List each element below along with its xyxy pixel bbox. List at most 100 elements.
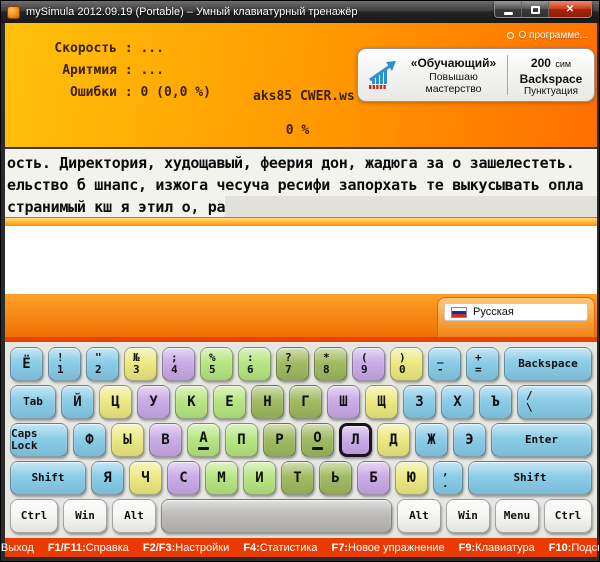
cursor-rest-highlight — [225, 196, 597, 217]
keyboard-row: Caps LockФЫВАПРОЛДЖЭEnter — [10, 423, 592, 457]
hotkey-f2-f3: F2/F3:Настройки — [143, 542, 229, 554]
key-п[interactable]: П — [225, 423, 258, 457]
key-yo[interactable]: Ё — [10, 347, 43, 381]
mode-panel[interactable]: «Обучающий» Повышаю мастерство 200 сим B… — [357, 48, 595, 102]
user-name: aks85 CWER.ws — [243, 86, 360, 108]
key-е[interactable]: Е — [213, 385, 246, 419]
key-period[interactable]: ,. — [433, 461, 463, 495]
key-й[interactable]: Й — [61, 385, 94, 419]
key-3[interactable]: №3 — [124, 347, 157, 381]
key-ы[interactable]: Ы — [111, 423, 144, 457]
key-щ[interactable]: Щ — [365, 385, 398, 419]
key-space[interactable] — [161, 499, 392, 533]
exercise-line: ельство б шнапс, изжога чесуча ресифи за… — [7, 174, 597, 196]
key-0[interactable]: )0 — [390, 347, 423, 381]
key-4[interactable]: ;4 — [162, 347, 195, 381]
hotkey-f7: F7:Новое упражнение — [332, 542, 445, 554]
key-ф[interactable]: Ф — [73, 423, 106, 457]
key-enter[interactable]: Enter — [491, 423, 592, 457]
empty-area — [5, 226, 597, 294]
key-ъ[interactable]: Ъ — [479, 385, 512, 419]
app-window: mySimula 2012.09.19 (Portable) – Умный к… — [0, 0, 600, 562]
mode-subtitle: Повышаю мастерство — [408, 71, 499, 95]
key-в[interactable]: В — [149, 423, 182, 457]
keyboard-row: Ё!1"2№3;4%5:6?7*8(9)0_-+=Backspace — [10, 347, 592, 381]
key-minus[interactable]: _- — [428, 347, 461, 381]
mode-title: «Обучающий» — [408, 56, 499, 70]
key-2[interactable]: "2 — [86, 347, 119, 381]
keyboard-row: CtrlWinAltAltWinMenuCtrl — [10, 499, 592, 533]
key-р[interactable]: Р — [263, 423, 296, 457]
key-б[interactable]: Б — [357, 461, 390, 495]
key-ш[interactable]: Ш — [327, 385, 360, 419]
key-alt-right[interactable]: Alt — [397, 499, 441, 533]
stats: Скорость : ...Аритмия : ...Ошибки : 0 (0… — [31, 38, 211, 104]
key-д[interactable]: Д — [377, 423, 410, 457]
key-ctrl-left[interactable]: Ctrl — [10, 499, 58, 533]
key-6[interactable]: :6 — [238, 347, 271, 381]
key-backspace[interactable]: Backspace — [504, 347, 592, 381]
key-ч[interactable]: Ч — [129, 461, 162, 495]
key-5[interactable]: %5 — [200, 347, 233, 381]
key-ц[interactable]: Ц — [99, 385, 132, 419]
home-position-marker — [198, 447, 209, 450]
key-г[interactable]: Г — [289, 385, 322, 419]
key-а[interactable]: А — [187, 423, 220, 457]
key-shift-right[interactable]: Shift — [468, 461, 592, 495]
divider-band — [5, 217, 597, 226]
progress-chart-icon — [366, 58, 400, 92]
header: Скорость : ...Аритмия : ...Ошибки : 0 (0… — [5, 23, 597, 147]
key-8[interactable]: *8 — [314, 347, 347, 381]
key-я[interactable]: Я — [91, 461, 124, 495]
key-э[interactable]: Э — [453, 423, 486, 457]
stat-row: Аритмия : ... — [31, 60, 211, 82]
close-button[interactable]: ✕ — [549, 1, 591, 18]
close-icon: ✕ — [566, 5, 574, 15]
key-9[interactable]: (9 — [352, 347, 385, 381]
key-alt-left[interactable]: Alt — [112, 499, 156, 533]
maximize-button[interactable] — [522, 1, 549, 18]
key-у[interactable]: У — [137, 385, 170, 419]
virtual-keyboard: Ё!1"2№3;4%5:6?7*8(9)0_-+=Backspace TabЙЦУ… — [5, 342, 597, 538]
key-ж[interactable]: Ж — [415, 423, 448, 457]
limit-unit: сим — [555, 59, 571, 69]
key-ctrl-right[interactable]: Ctrl — [544, 499, 592, 533]
language-label: Русская — [473, 306, 514, 318]
limit-punctuation: Пунктуация — [516, 86, 586, 97]
minimize-button[interactable] — [495, 1, 522, 18]
key-tab[interactable]: Tab — [10, 385, 56, 419]
limit-value: 200 — [531, 56, 551, 70]
key-ю[interactable]: Ю — [395, 461, 428, 495]
key-equals[interactable]: += — [466, 347, 499, 381]
key-л[interactable]: Л — [339, 423, 372, 457]
key-shift-left[interactable]: Shift — [10, 461, 86, 495]
key-о[interactable]: О — [301, 423, 334, 457]
exercise-line: странимый кш я этил о, ра — [7, 196, 597, 217]
exercise-line: ость. Директория, худощавый, феерия дон,… — [7, 152, 597, 174]
hotkey-f10: F10:Подсказка — [549, 542, 600, 554]
key-к[interactable]: К — [175, 385, 208, 419]
language-selector[interactable]: Русская — [437, 297, 595, 337]
key-1[interactable]: !1 — [48, 347, 81, 381]
minimize-icon — [504, 12, 513, 15]
exercise-text[interactable]: ость. Директория, худощавый, феерия дон,… — [5, 147, 597, 217]
key-backslash[interactable]: /\ — [517, 385, 592, 419]
limit-info: 200 сим Backspace Пунктуация — [516, 54, 586, 97]
key-м[interactable]: М — [205, 461, 238, 495]
language-band: Русская — [5, 294, 597, 337]
key-ь[interactable]: Ь — [319, 461, 352, 495]
key-з[interactable]: З — [403, 385, 436, 419]
key-caps-lock[interactable]: Caps Lock — [10, 423, 68, 457]
key-т[interactable]: Т — [281, 461, 314, 495]
progress-percent: 0 % — [5, 123, 590, 138]
key-win-left[interactable]: Win — [63, 499, 107, 533]
key-7[interactable]: ?7 — [276, 347, 309, 381]
hotkey-f4: F4:Статистика — [243, 542, 317, 554]
key-н[interactable]: Н — [251, 385, 284, 419]
key-с[interactable]: С — [167, 461, 200, 495]
key-х[interactable]: Х — [441, 385, 474, 419]
about-link[interactable]: О программе... — [507, 30, 588, 41]
key-menu[interactable]: Menu — [495, 499, 539, 533]
key-win-right[interactable]: Win — [446, 499, 490, 533]
key-и[interactable]: И — [243, 461, 276, 495]
